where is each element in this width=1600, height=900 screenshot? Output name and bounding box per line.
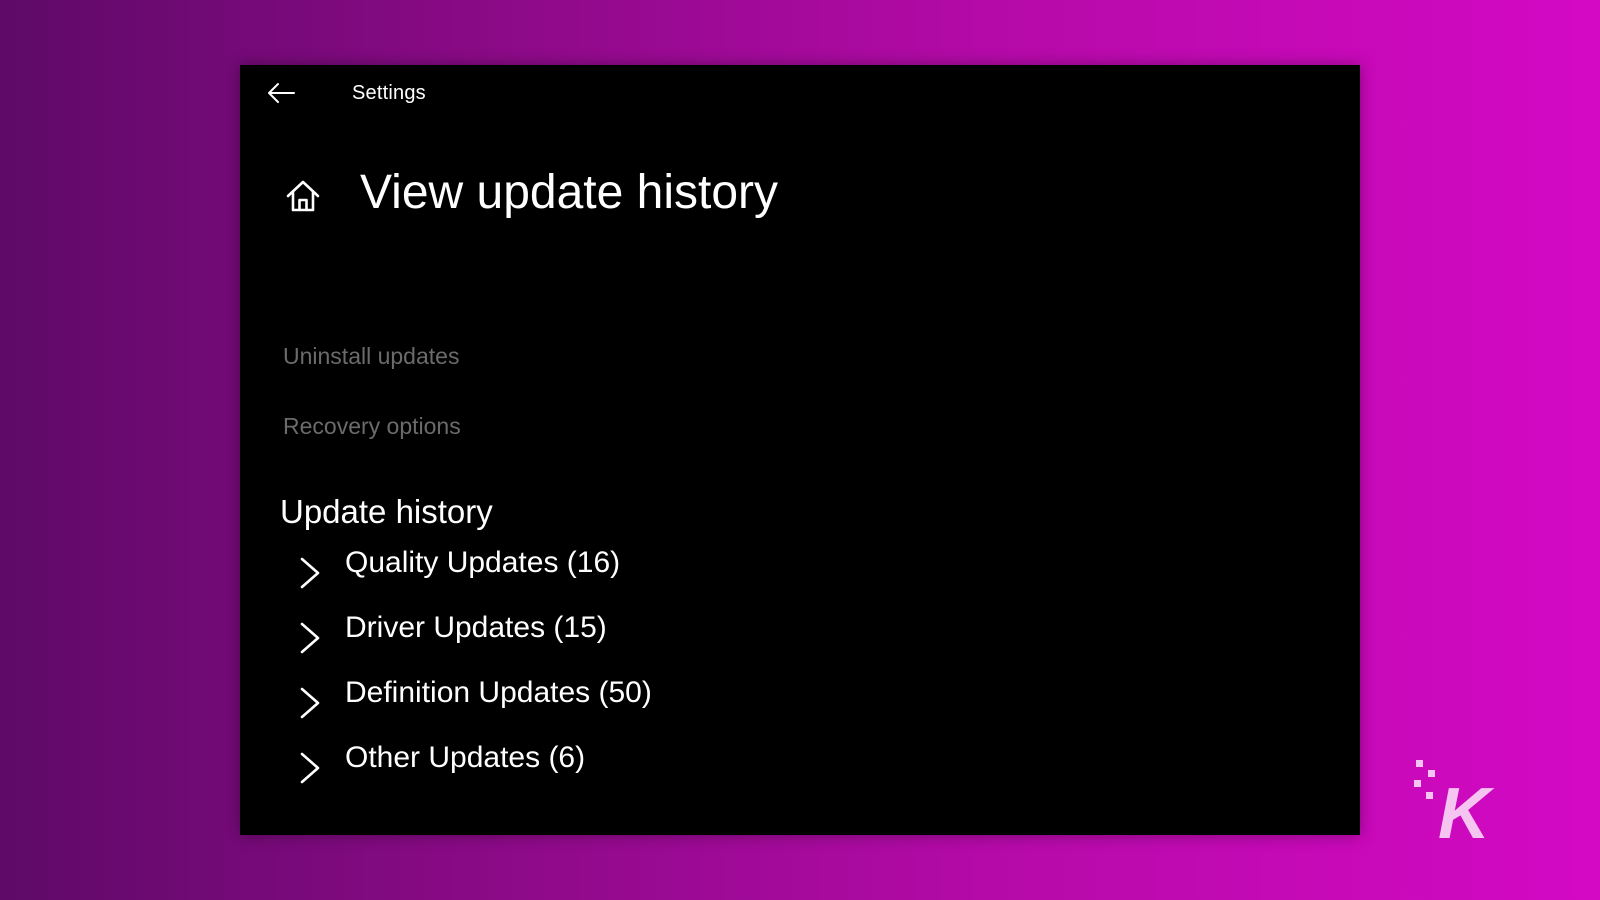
chevron-right-icon xyxy=(300,687,320,719)
chevron-right-icon xyxy=(300,622,320,654)
chevron-right-icon xyxy=(300,752,320,784)
recovery-options-link[interactable]: Recovery options xyxy=(283,413,461,440)
update-history-heading: Update history xyxy=(280,493,493,530)
home-icon xyxy=(286,180,320,212)
arrow-left-icon xyxy=(268,83,295,103)
update-group-definition[interactable]: Definition Updates (50) xyxy=(295,675,652,740)
back-button[interactable] xyxy=(266,81,296,105)
uninstall-updates-link[interactable]: Uninstall updates xyxy=(283,343,459,370)
update-group-label: Quality Updates (16) xyxy=(345,546,621,579)
logo-letter: K xyxy=(1438,774,1495,850)
update-group-label: Definition Updates (50) xyxy=(345,676,652,709)
page-title: View update history xyxy=(360,166,779,219)
settings-window: Settings View update history Uninstall u… xyxy=(240,65,1360,835)
k-logo-icon: K xyxy=(1408,758,1500,854)
chevron-right-icon xyxy=(300,557,320,589)
update-group-label: Other Updates (6) xyxy=(345,741,586,774)
update-group-driver[interactable]: Driver Updates (15) xyxy=(295,610,652,675)
home-button[interactable] xyxy=(284,177,322,215)
update-group-label: Driver Updates (15) xyxy=(345,611,607,644)
update-group-other[interactable]: Other Updates (6) xyxy=(295,740,652,805)
title-bar: Settings xyxy=(240,65,1360,123)
update-group-quality[interactable]: Quality Updates (16) xyxy=(295,545,652,610)
app-title: Settings xyxy=(352,82,426,104)
update-history-list: Quality Updates (16) Driver Updates (15)… xyxy=(295,545,652,805)
